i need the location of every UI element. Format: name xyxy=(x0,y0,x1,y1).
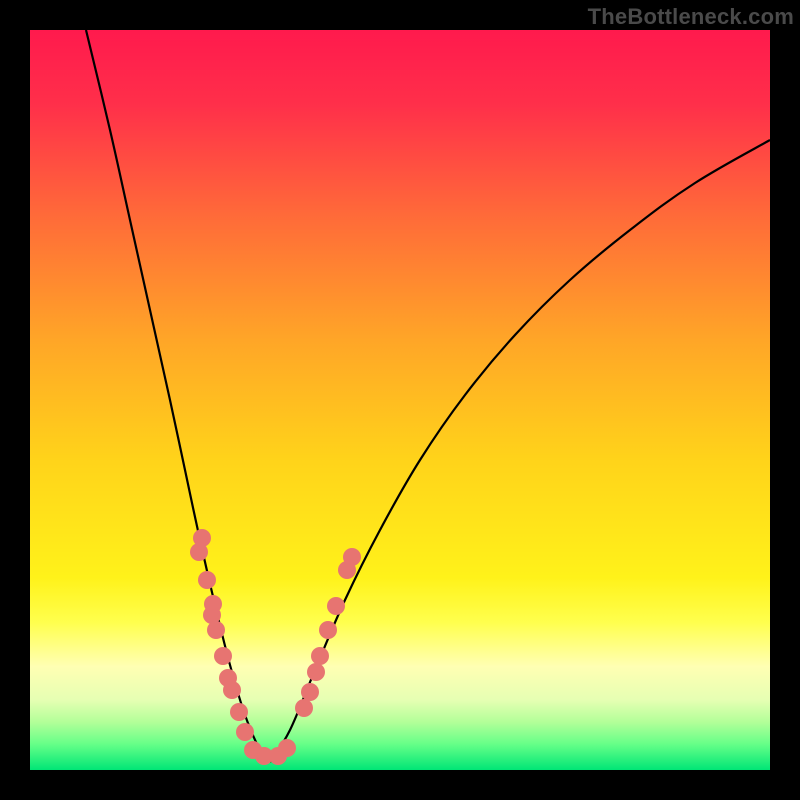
scatter-dot xyxy=(327,597,345,615)
scatter-dots xyxy=(190,529,361,765)
scatter-dot xyxy=(223,681,241,699)
bottleneck-curve xyxy=(30,30,770,770)
scatter-dot xyxy=(311,647,329,665)
scatter-dot xyxy=(190,543,208,561)
scatter-dot xyxy=(307,663,325,681)
scatter-dot xyxy=(214,647,232,665)
scatter-dot xyxy=(230,703,248,721)
scatter-dot xyxy=(301,683,319,701)
curve-left-branch xyxy=(86,30,270,762)
scatter-dot xyxy=(278,739,296,757)
scatter-dot xyxy=(236,723,254,741)
scatter-dot xyxy=(295,699,313,717)
plot-area xyxy=(30,30,770,770)
scatter-dot xyxy=(198,571,216,589)
watermark-text: TheBottleneck.com xyxy=(588,4,794,30)
scatter-dot xyxy=(207,621,225,639)
curve-right-branch xyxy=(270,140,770,762)
chart-frame: TheBottleneck.com xyxy=(0,0,800,800)
scatter-dot xyxy=(343,548,361,566)
scatter-dot xyxy=(319,621,337,639)
